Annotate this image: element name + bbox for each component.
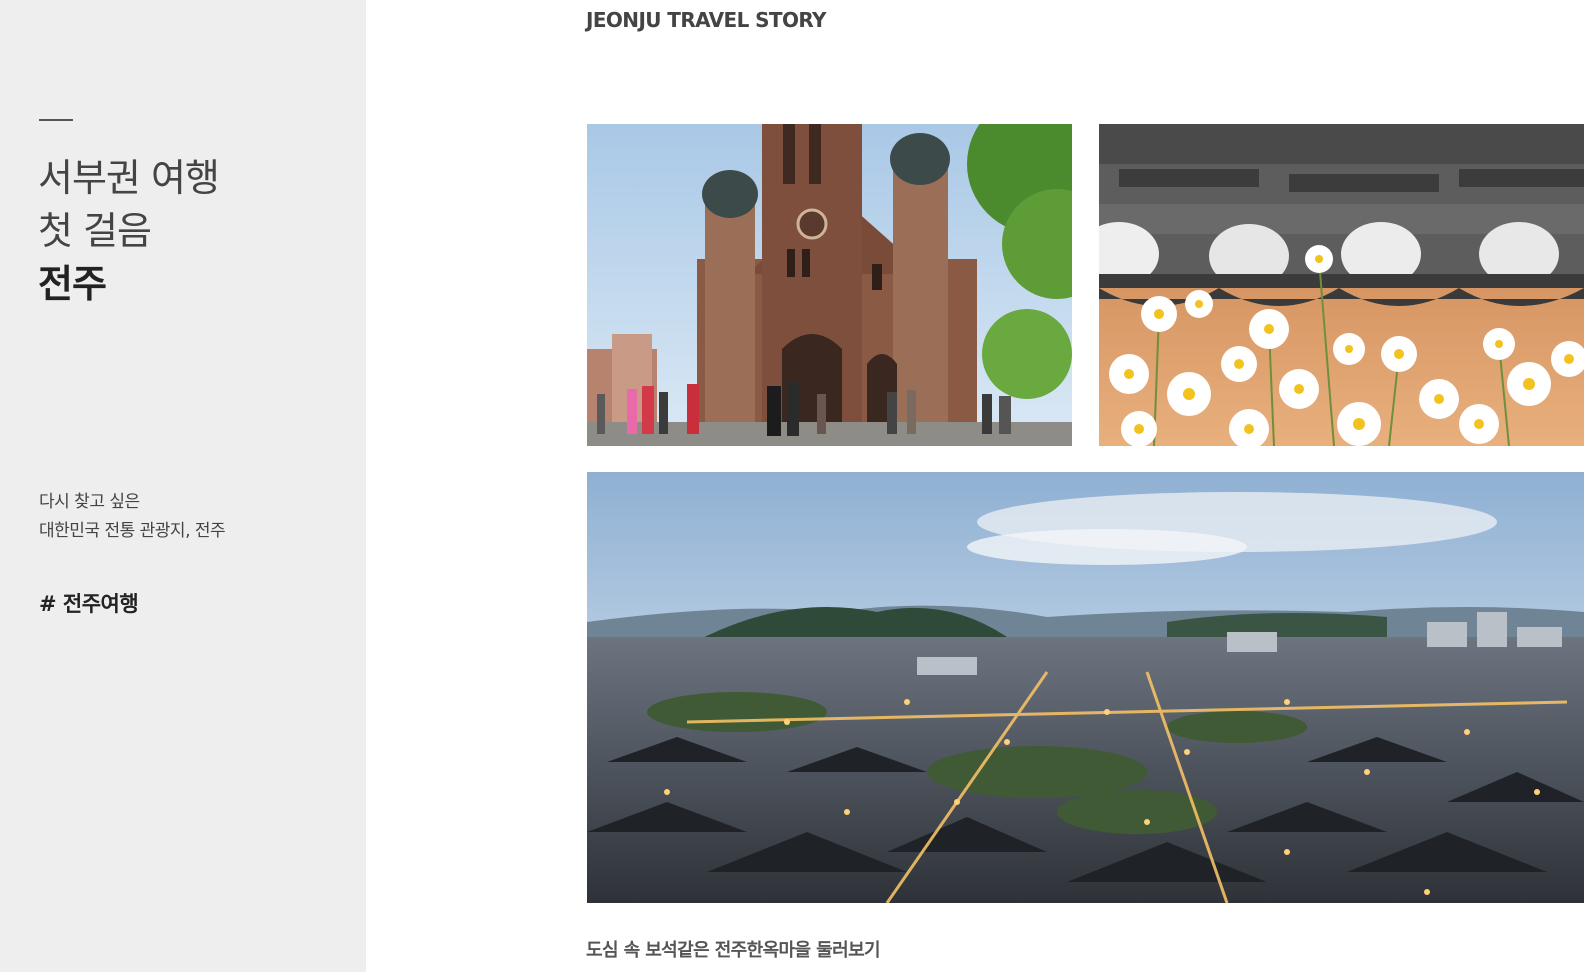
sidebar: 서부권 여행 첫 걸음 전주 다시 찾고 싶은 대한민국 전통 관광지, 전주 … [0, 0, 366, 972]
photo-caption: 도심 속 보석같은 전주한옥마을 둘러보기 [586, 940, 881, 961]
description-line-2: 대한민국 전통 관광지, 전주 [39, 521, 226, 541]
hanok-village-panorama-photo[interactable] [587, 472, 1584, 903]
headline-city: 전주 [38, 262, 107, 306]
decorative-dash [39, 119, 73, 121]
daisy-flowers-photo[interactable] [1099, 124, 1584, 446]
section-label: JEONJU TRAVEL STORY [586, 8, 827, 32]
headline-line-2: 첫 걸음 [38, 209, 152, 253]
cathedral-photo[interactable] [587, 124, 1072, 446]
description-line-1: 다시 찾고 싶은 [39, 492, 140, 512]
hashtag-link[interactable]: # 전주여행 [39, 588, 139, 618]
headline-line-1: 서부권 여행 [38, 156, 220, 200]
description: 다시 찾고 싶은 대한민국 전통 관광지, 전주 [39, 488, 226, 546]
headline: 서부권 여행 첫 걸음 전주 [38, 152, 220, 311]
